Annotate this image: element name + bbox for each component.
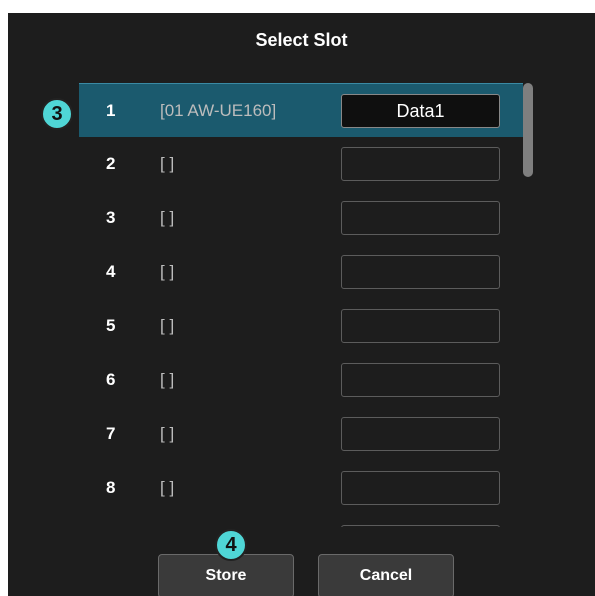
slot-name-field[interactable] bbox=[341, 255, 500, 289]
slot-name-field[interactable]: Data1 bbox=[341, 94, 500, 128]
slot-number: 6 bbox=[106, 370, 116, 389]
slot-number: 8 bbox=[106, 478, 116, 497]
slot-row-3[interactable]: 3 [ ] bbox=[79, 191, 523, 245]
slot-number: 1 bbox=[106, 101, 116, 120]
slot-row-8[interactable]: 8 [ ] bbox=[79, 461, 523, 515]
slot-camera: [ ] bbox=[160, 478, 175, 497]
slot-number: 4 bbox=[106, 262, 116, 281]
slot-number: 7 bbox=[106, 424, 116, 443]
slot-row-5[interactable]: 5 [ ] bbox=[79, 299, 523, 353]
list-scrollbar-thumb[interactable] bbox=[523, 83, 533, 177]
slot-name-field[interactable] bbox=[341, 309, 500, 343]
slot-row-7[interactable]: 7 [ ] bbox=[79, 407, 523, 461]
slot-number: 3 bbox=[106, 208, 116, 227]
slot-camera: [ ] bbox=[160, 262, 175, 281]
cancel-button[interactable]: Cancel bbox=[318, 554, 454, 596]
slot-row-4[interactable]: 4 [ ] bbox=[79, 245, 523, 299]
callout-badge-4: 4 bbox=[215, 529, 247, 561]
dialog-title: Select Slot bbox=[255, 30, 348, 50]
slot-camera: [ ] bbox=[160, 424, 175, 443]
slot-number: 5 bbox=[106, 316, 116, 335]
callout-badge-3: 3 bbox=[41, 98, 73, 130]
slot-row-6[interactable]: 6 [ ] bbox=[79, 353, 523, 407]
select-slot-dialog: Select Slot 1 [01 AW-UE160] Data1 2 [ ] … bbox=[8, 13, 595, 596]
slot-number: 2 bbox=[106, 154, 116, 173]
slot-camera: [ ] bbox=[160, 316, 175, 335]
slot-name-field[interactable] bbox=[341, 363, 500, 397]
slot-name-field[interactable] bbox=[341, 525, 500, 527]
slot-camera: [ ] bbox=[160, 208, 175, 227]
slot-camera: [ ] bbox=[160, 154, 175, 173]
slot-camera: [ ] bbox=[160, 370, 175, 389]
slot-name-field[interactable] bbox=[341, 201, 500, 235]
slot-row-1[interactable]: 1 [01 AW-UE160] Data1 bbox=[79, 83, 523, 137]
slot-name-field[interactable] bbox=[341, 147, 500, 181]
slot-row-9[interactable] bbox=[79, 515, 523, 527]
slot-row-2[interactable]: 2 [ ] bbox=[79, 137, 523, 191]
slot-name-field[interactable] bbox=[341, 417, 500, 451]
slot-camera: [01 AW-UE160] bbox=[160, 101, 277, 120]
slot-list[interactable]: 1 [01 AW-UE160] Data1 2 [ ] 3 [ ] 4 [ ] … bbox=[8, 83, 595, 527]
slot-name-field[interactable] bbox=[341, 471, 500, 505]
